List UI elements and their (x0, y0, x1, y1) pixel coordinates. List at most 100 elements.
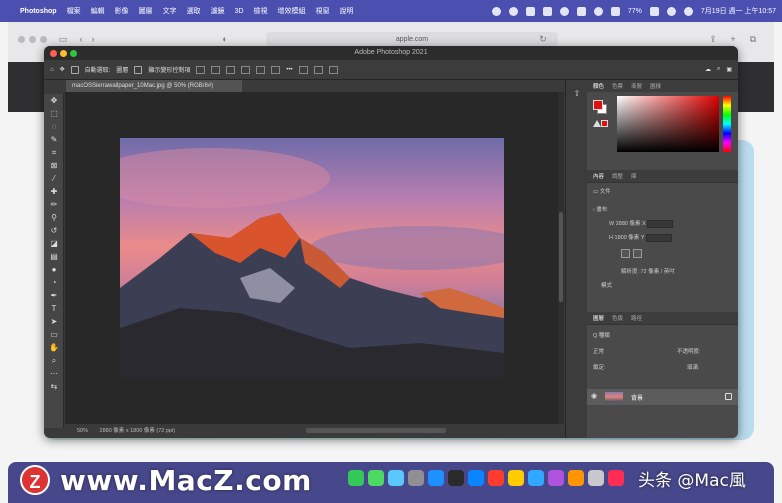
align-bottom-icon[interactable] (271, 65, 281, 74)
display-icon[interactable] (525, 6, 535, 16)
blur-tool-icon[interactable]: ● (44, 263, 64, 276)
swap-colors-icon[interactable]: ⇆ (44, 380, 64, 393)
input-source-icon[interactable] (610, 6, 620, 16)
align-right-icon[interactable] (226, 65, 236, 74)
menu-item-edit[interactable]: 編輯 (91, 6, 105, 16)
auto-select-checkbox[interactable] (70, 65, 79, 74)
tab-gradients[interactable]: 漸層 (631, 82, 642, 90)
dock-app-settings-icon[interactable] (408, 470, 424, 486)
dock-app-notes-icon[interactable] (508, 470, 524, 486)
scrollbar-thumb[interactable] (559, 212, 563, 302)
panel-foreground-swatch[interactable] (593, 100, 603, 110)
3d-mode-icon[interactable] (298, 65, 308, 74)
menu-item-window[interactable]: 視窗 (316, 6, 330, 16)
zoom-tool-icon[interactable]: ⌕ (44, 354, 64, 367)
tab-properties[interactable]: 內容 (593, 172, 604, 180)
reload-icon[interactable]: ↻ (538, 34, 548, 44)
3d-rotate-icon[interactable] (313, 65, 323, 74)
auto-select-dropdown[interactable]: 圖層 (116, 65, 128, 74)
safari-minimize-button[interactable] (29, 36, 36, 43)
document-tab[interactable]: macOSSierrawallpaper_10Mac.jpg @ 50% (RG… (66, 80, 242, 92)
record-icon[interactable] (491, 6, 501, 16)
dock-app-facetime-icon[interactable] (368, 470, 384, 486)
align-top-icon[interactable] (241, 65, 251, 74)
safari-zoom-button[interactable] (40, 36, 47, 43)
safari-close-button[interactable] (18, 36, 25, 43)
show-transform-checkbox[interactable] (134, 65, 143, 74)
menu-app-name[interactable]: Photoshop (20, 8, 57, 15)
shape-tool-icon[interactable]: ▭ (44, 328, 64, 341)
search-icon[interactable] (666, 6, 676, 16)
tab-libraries[interactable]: 庫 (631, 172, 637, 180)
tab-adjustments[interactable]: 調整 (612, 172, 623, 180)
gamut-warning-icon[interactable] (593, 120, 601, 127)
tab-color[interactable]: 顏色 (593, 82, 604, 90)
document-image[interactable] (120, 138, 504, 378)
volume-icon[interactable] (576, 6, 586, 16)
menu-item-help[interactable]: 說明 (340, 6, 354, 16)
dock-app-messages-icon[interactable] (348, 470, 364, 486)
path-select-tool-icon[interactable]: ➤ (44, 315, 64, 328)
menu-item-file[interactable]: 檔案 (67, 6, 81, 16)
gradient-tool-icon[interactable]: ▤ (44, 250, 64, 263)
dock-app-photoshop-icon[interactable] (528, 470, 544, 486)
keyboard-icon[interactable] (542, 6, 552, 16)
height-value[interactable]: 1800 像素 (615, 235, 640, 241)
move-tool-icon[interactable]: ✥ (60, 66, 65, 73)
forward-icon[interactable]: › (88, 34, 98, 44)
type-tool-icon[interactable]: T (44, 302, 64, 315)
zoom-level[interactable]: 50% (77, 428, 88, 434)
x-field[interactable] (647, 219, 674, 228)
dock-app-books-icon[interactable] (568, 470, 584, 486)
canvas-area[interactable] (65, 92, 558, 426)
menu-item-plugins[interactable]: 增效模組 (278, 6, 306, 16)
dock-app-terminal-icon[interactable] (448, 470, 464, 486)
crop-tool-icon[interactable]: ⌗ (44, 146, 64, 159)
layer-kind-filter[interactable]: Q 種類 (593, 331, 610, 339)
eraser-tool-icon[interactable]: ◪ (44, 237, 64, 250)
eyedropper-tool-icon[interactable]: ⁄ (44, 172, 64, 185)
more-options-icon[interactable]: ••• (286, 67, 292, 73)
menu-item-filter[interactable]: 濾鏡 (211, 6, 225, 16)
ps-search-icon[interactable]: ⌕ (717, 66, 720, 73)
layer-row-background[interactable]: ◉ 背景 (587, 389, 738, 405)
clock-icon[interactable] (559, 6, 569, 16)
dodge-tool-icon[interactable]: ◔ (44, 276, 64, 289)
history-panel-icon[interactable]: ⇧ (566, 86, 588, 102)
home-icon[interactable]: ⌂ (50, 67, 54, 73)
document-info[interactable]: 2880 像素 x 1800 像素 (72 ppi) (100, 428, 176, 434)
menu-item-layer[interactable]: 圖層 (139, 6, 153, 16)
dock-app-music-icon[interactable] (488, 470, 504, 486)
back-icon[interactable]: ‹ (76, 34, 86, 44)
move-tool-icon[interactable]: ✥ (44, 94, 64, 107)
dock-app-podcasts-icon[interactable] (548, 470, 564, 486)
canvas-vertical-scrollbar[interactable] (558, 92, 564, 426)
wifi-icon[interactable] (593, 6, 603, 16)
marquee-tool-icon[interactable]: ⬚ (44, 107, 64, 120)
battery-icon[interactable] (649, 6, 659, 16)
privacy-shield-icon[interactable]: ◐ (220, 34, 230, 44)
cloud-icon[interactable]: ☁ (705, 66, 711, 73)
clone-stamp-tool-icon[interactable]: ⚲ (44, 211, 64, 224)
dock-app-preview-icon[interactable] (588, 470, 604, 486)
dock-app-finder-icon[interactable] (468, 470, 484, 486)
landscape-button[interactable] (633, 249, 642, 258)
lock-icon[interactable] (725, 393, 732, 400)
hand-tool-icon[interactable]: ✋ (44, 341, 64, 354)
dock-app-appstore-icon[interactable] (428, 470, 444, 486)
y-field[interactable] (645, 233, 672, 242)
menu-item-view[interactable]: 檢視 (254, 6, 268, 16)
dock-app-maps-icon[interactable] (388, 470, 404, 486)
healing-brush-tool-icon[interactable]: ✚ (44, 185, 64, 198)
ps-close-button[interactable] (50, 50, 57, 57)
3d-pan-icon[interactable] (328, 65, 338, 74)
tab-paths[interactable]: 路徑 (631, 314, 642, 322)
menu-clock[interactable]: 7月19日 週一 上午10:57 (701, 6, 776, 16)
menu-item-image[interactable]: 影像 (115, 6, 129, 16)
menu-item-select[interactable]: 選取 (187, 6, 201, 16)
width-value[interactable]: 2880 像素 (616, 221, 641, 227)
ps-minimize-button[interactable] (60, 50, 67, 57)
menu-item-3d[interactable]: 3D (235, 8, 244, 15)
visibility-eye-icon[interactable]: ◉ (591, 393, 599, 401)
align-left-icon[interactable] (196, 65, 206, 74)
